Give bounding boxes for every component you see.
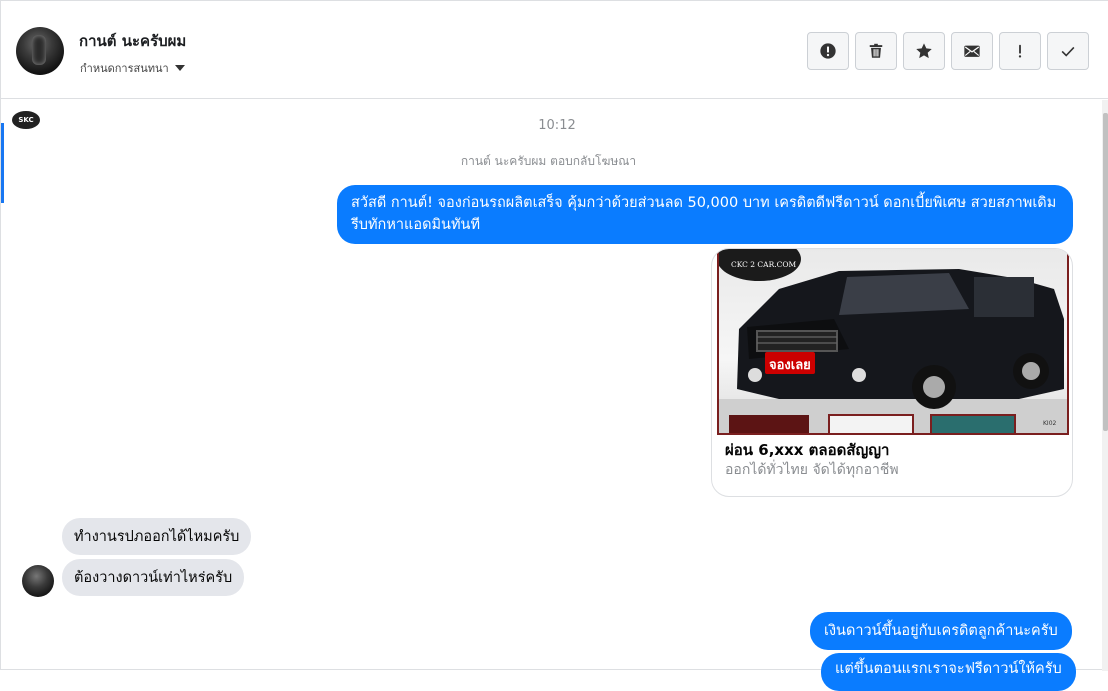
star-button[interactable] [903, 32, 945, 70]
conversation-actions [807, 32, 1089, 70]
incoming-message: ต้องวางดาวน์เท่าไหร่ครับ [62, 559, 245, 596]
star-icon [916, 43, 932, 59]
conversation-header: กานต์ นะครับผม กำหนดการสนทนา [1, 1, 1108, 99]
mark-spam-button[interactable] [807, 32, 849, 70]
assign-conversation-label: กำหนดการสนทนา [80, 62, 169, 75]
delete-button[interactable] [855, 32, 897, 70]
trash-icon [869, 43, 883, 58]
contact-avatar-small [22, 565, 54, 597]
check-icon [1061, 46, 1075, 57]
contact-name[interactable]: กานต์ นะครับผม [79, 29, 186, 53]
alert-circle-icon [820, 43, 836, 59]
mark-unread-button[interactable] [951, 32, 993, 70]
exclamation-icon [1018, 44, 1022, 58]
follow-up-button[interactable] [999, 32, 1041, 70]
envelope-icon [964, 45, 980, 57]
ad-card[interactable]: CKC 2 CAR.COM จองเลย KI02 ผ่อน 6,xxx ตลอ… [711, 248, 1073, 497]
inbox-window: กานต์ นะครับผม กำหนดการสนทนา SKC 10:12 ก… [0, 0, 1108, 691]
message-timestamp: 10:12 [538, 118, 576, 133]
scrollbar-thumb[interactable] [1103, 113, 1108, 431]
ad-image-code: KI02 [1043, 420, 1057, 427]
assign-conversation-dropdown[interactable]: กำหนดการสนทนา [80, 59, 185, 77]
outgoing-message: เงินดาวน์ขึ้นอยู่กับเครดิตลูกค้านะครับ [810, 612, 1072, 650]
ad-badge-text: จองเลย [769, 358, 811, 373]
chevron-down-icon [174, 65, 185, 71]
outgoing-message: สวัสดี กานต์! จองก่อนรถผลิตเสร็จ คุ้มกว่… [337, 185, 1073, 244]
ad-image[interactable]: CKC 2 CAR.COM จองเลย KI02 [717, 249, 1069, 435]
ad-card-subtitle: ออกได้ทั่วไทย จัดได้ทุกอาชีพ [725, 462, 899, 478]
contact-avatar[interactable] [16, 27, 64, 75]
ad-reply-note: กานต์ นะครับผม ตอบกลับโฆษณา [460, 154, 637, 168]
mark-done-button[interactable] [1047, 32, 1089, 70]
incoming-message: ทำงานรปภออกได้ไหมครับ [62, 518, 252, 555]
outgoing-message: แต่ขึ้นตอนแรกเราจะฟรีดาวน์ให้ครับ [821, 653, 1076, 691]
ad-brand-text: CKC 2 CAR.COM [731, 260, 796, 269]
truck-image: CKC 2 CAR.COM จองเลย KI02 [719, 249, 1067, 433]
